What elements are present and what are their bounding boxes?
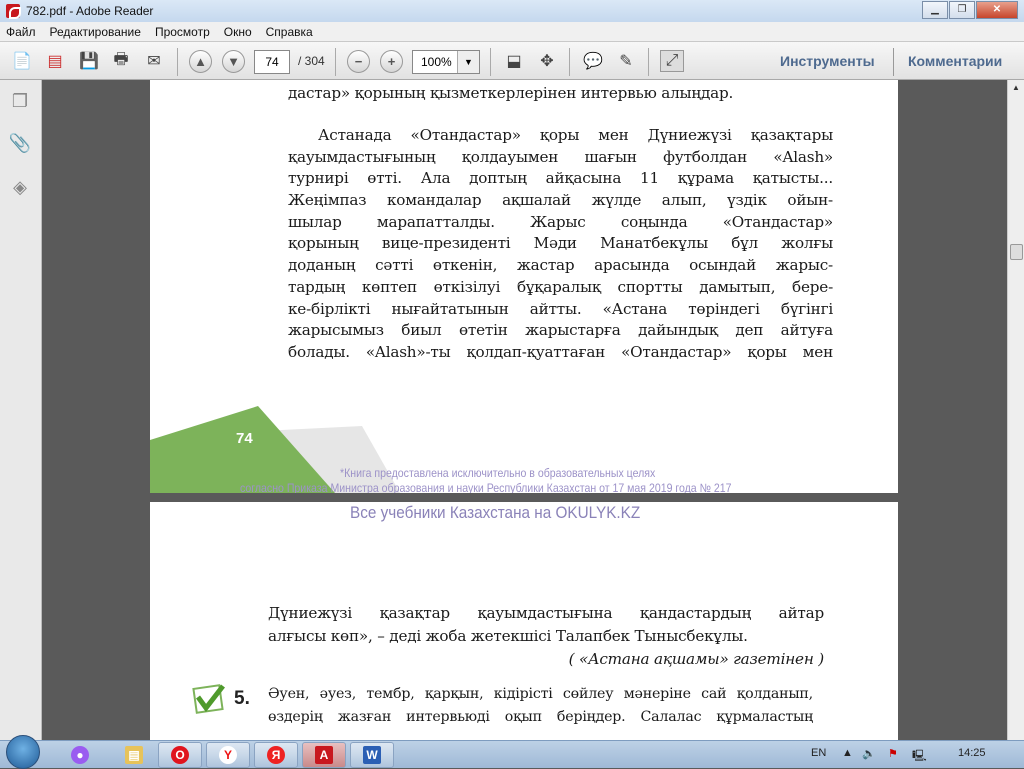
text-line: қауымдастығының қолдауымен шағын футболд…: [288, 147, 833, 166]
text-line: дастар» қорының қызметкерлерінен интервь…: [288, 84, 734, 102]
text-line: ке-бірлікті нығайтатынын айтты. «Астана …: [288, 299, 833, 318]
volume-muted-icon[interactable]: 🔈: [862, 747, 876, 760]
text-line: Дүниежүзі қазақтар қауымдастығына қандас…: [268, 604, 824, 622]
previous-page-button[interactable]: ▲: [189, 50, 212, 73]
task-number: 5.: [234, 688, 250, 709]
fullscreen-icon[interactable]: ⤢: [660, 50, 684, 72]
vertical-scrollbar[interactable]: ▲: [1007, 80, 1024, 740]
yandex-icon[interactable]: Я: [254, 742, 298, 768]
toolbar: 📄 ▤ 💾 🖶 ✉ ▲ ▼ 74 / 304 − + 100% ▼ ⬓ ✥ 💬 ✎…: [0, 41, 1024, 80]
text-line: өздерің жазған интервьюді оқып беріңдер.…: [268, 709, 813, 725]
text-line: жарысымыз биыл өтетін жарыстарға дайынды…: [288, 321, 833, 340]
checkmark-icon: [192, 684, 225, 714]
scroll-up-icon[interactable]: ▲: [1008, 80, 1024, 96]
show-hidden-icons[interactable]: ▲: [842, 747, 853, 759]
title-bar: 782.pdf - Adobe Reader ▁ ❐ ✕: [0, 0, 1024, 22]
paragraph: Астанада «Отандастар» қоры мен Дүниежүзі…: [288, 126, 833, 365]
comment-icon[interactable]: 💬: [581, 50, 605, 72]
zoom-out-button[interactable]: −: [347, 50, 370, 73]
highlight-text-icon[interactable]: ✎: [614, 50, 638, 72]
word-icon[interactable]: W: [350, 742, 394, 768]
text-line: тардың көптеп өткізілуі бұқаралық спортт…: [288, 277, 833, 296]
action-center-icon[interactable]: ⚑: [888, 747, 898, 760]
opera-icon[interactable]: O: [158, 742, 202, 768]
watermark-line: согласно Приказа Министра образования и …: [240, 481, 732, 493]
open-icon[interactable]: 📄: [10, 50, 34, 72]
window-title: 782.pdf - Adobe Reader: [26, 4, 154, 18]
chevron-down-icon[interactable]: ▼: [457, 51, 479, 73]
alice-icon[interactable]: ●: [58, 742, 102, 768]
text-line: доданың сәтті өткенін, жастар арасында о…: [288, 256, 833, 275]
save-icon[interactable]: 💾: [77, 50, 101, 72]
menu-bar: Файл Редактирование Просмотр Окно Справк…: [0, 22, 1024, 41]
tools-button[interactable]: Инструменты: [780, 53, 875, 69]
text-line: шылар марапатталды. Жарыс соңында «Отанд…: [288, 212, 833, 231]
navigation-panel: ❐ 📎 ◈: [0, 80, 42, 740]
fit-page-icon[interactable]: ✥: [535, 50, 559, 72]
pdf-page-75: Все учебники Казахстана на OKULYK.KZ Дүн…: [150, 502, 898, 740]
maximize-button[interactable]: ❐: [949, 1, 975, 19]
task-text: Әуен, әуез, тембр, қарқын, кідірісті сөй…: [268, 686, 813, 732]
text-line: Жеңімпаз командалар ақшалай жүлде алып, …: [288, 191, 833, 210]
text-line: турнирі өтті. Ала доптың айқасына 11 құр…: [288, 169, 833, 188]
page-number-input[interactable]: 74: [254, 50, 290, 74]
menu-view[interactable]: Просмотр: [155, 25, 210, 39]
adobe-reader-icon: [6, 4, 21, 19]
text-line: алғысы көп», – деді жоба жетекшісі Талап…: [268, 627, 748, 645]
clock[interactable]: 14:25: [958, 747, 986, 759]
menu-edit[interactable]: Редактирование: [50, 25, 141, 39]
zoom-select[interactable]: 100% ▼: [412, 50, 480, 74]
menu-file[interactable]: Файл: [6, 25, 36, 39]
layers-icon[interactable]: ◈: [9, 176, 31, 198]
next-page-button[interactable]: ▼: [222, 50, 245, 73]
pdf-page-74: дастар» қорының қызметкерлерінен интервь…: [150, 80, 898, 493]
scroll-thumb[interactable]: [1010, 244, 1023, 260]
file-explorer-icon[interactable]: ▤: [112, 742, 156, 768]
language-indicator[interactable]: EN: [811, 747, 826, 759]
pages-icon[interactable]: ❐: [9, 90, 31, 112]
comments-button[interactable]: Комментарии: [908, 53, 1002, 69]
zoom-value: 100%: [421, 55, 452, 69]
network-icon[interactable]: 🖳: [912, 747, 927, 766]
total-pages: / 304: [298, 54, 325, 68]
text-line: болады. «Alash»-ты қолдап-қуаттаған «Ота…: [288, 342, 833, 361]
text-line: Астанада «Отандастар» қоры мен Дүниежүзі…: [318, 126, 833, 144]
adobe-reader-taskbar-icon[interactable]: A: [302, 742, 346, 768]
menu-help[interactable]: Справка: [266, 25, 313, 39]
start-button[interactable]: [6, 735, 40, 769]
page-number: 74: [236, 430, 253, 447]
email-icon[interactable]: ✉: [142, 50, 166, 72]
text-line: Әуен, әуез, тембр, қарқын, кідірісті сөй…: [268, 686, 813, 702]
watermark: Все учебники Казахстана на OKULYK.KZ: [350, 503, 641, 522]
zoom-in-button[interactable]: +: [380, 50, 403, 73]
print-icon[interactable]: 🖶: [109, 50, 133, 72]
menu-window[interactable]: Окно: [224, 25, 252, 39]
attachment-icon[interactable]: 📎: [9, 132, 31, 154]
paragraph: Дүниежүзі қазақтар қауымдастығына қандас…: [268, 604, 824, 673]
minimize-button[interactable]: ▁: [922, 1, 948, 19]
source-citation: ( «Астана ақшамы» газетінен ): [568, 650, 825, 668]
close-button[interactable]: ✕: [976, 1, 1018, 19]
watermark-line: *Книга предоставлена исключительно в обр…: [340, 466, 656, 480]
text-line: қорының вице-президенті Мәди Манатбекұлы…: [288, 234, 833, 253]
create-pdf-icon[interactable]: ▤: [43, 50, 67, 72]
yandex-browser-icon[interactable]: Y: [206, 742, 250, 768]
fit-width-icon[interactable]: ⬓: [502, 50, 526, 72]
taskbar: ● ▤ O Y Я A W EN ▲ 🔈 ⚑ 🖳 14:25: [0, 735, 1024, 769]
